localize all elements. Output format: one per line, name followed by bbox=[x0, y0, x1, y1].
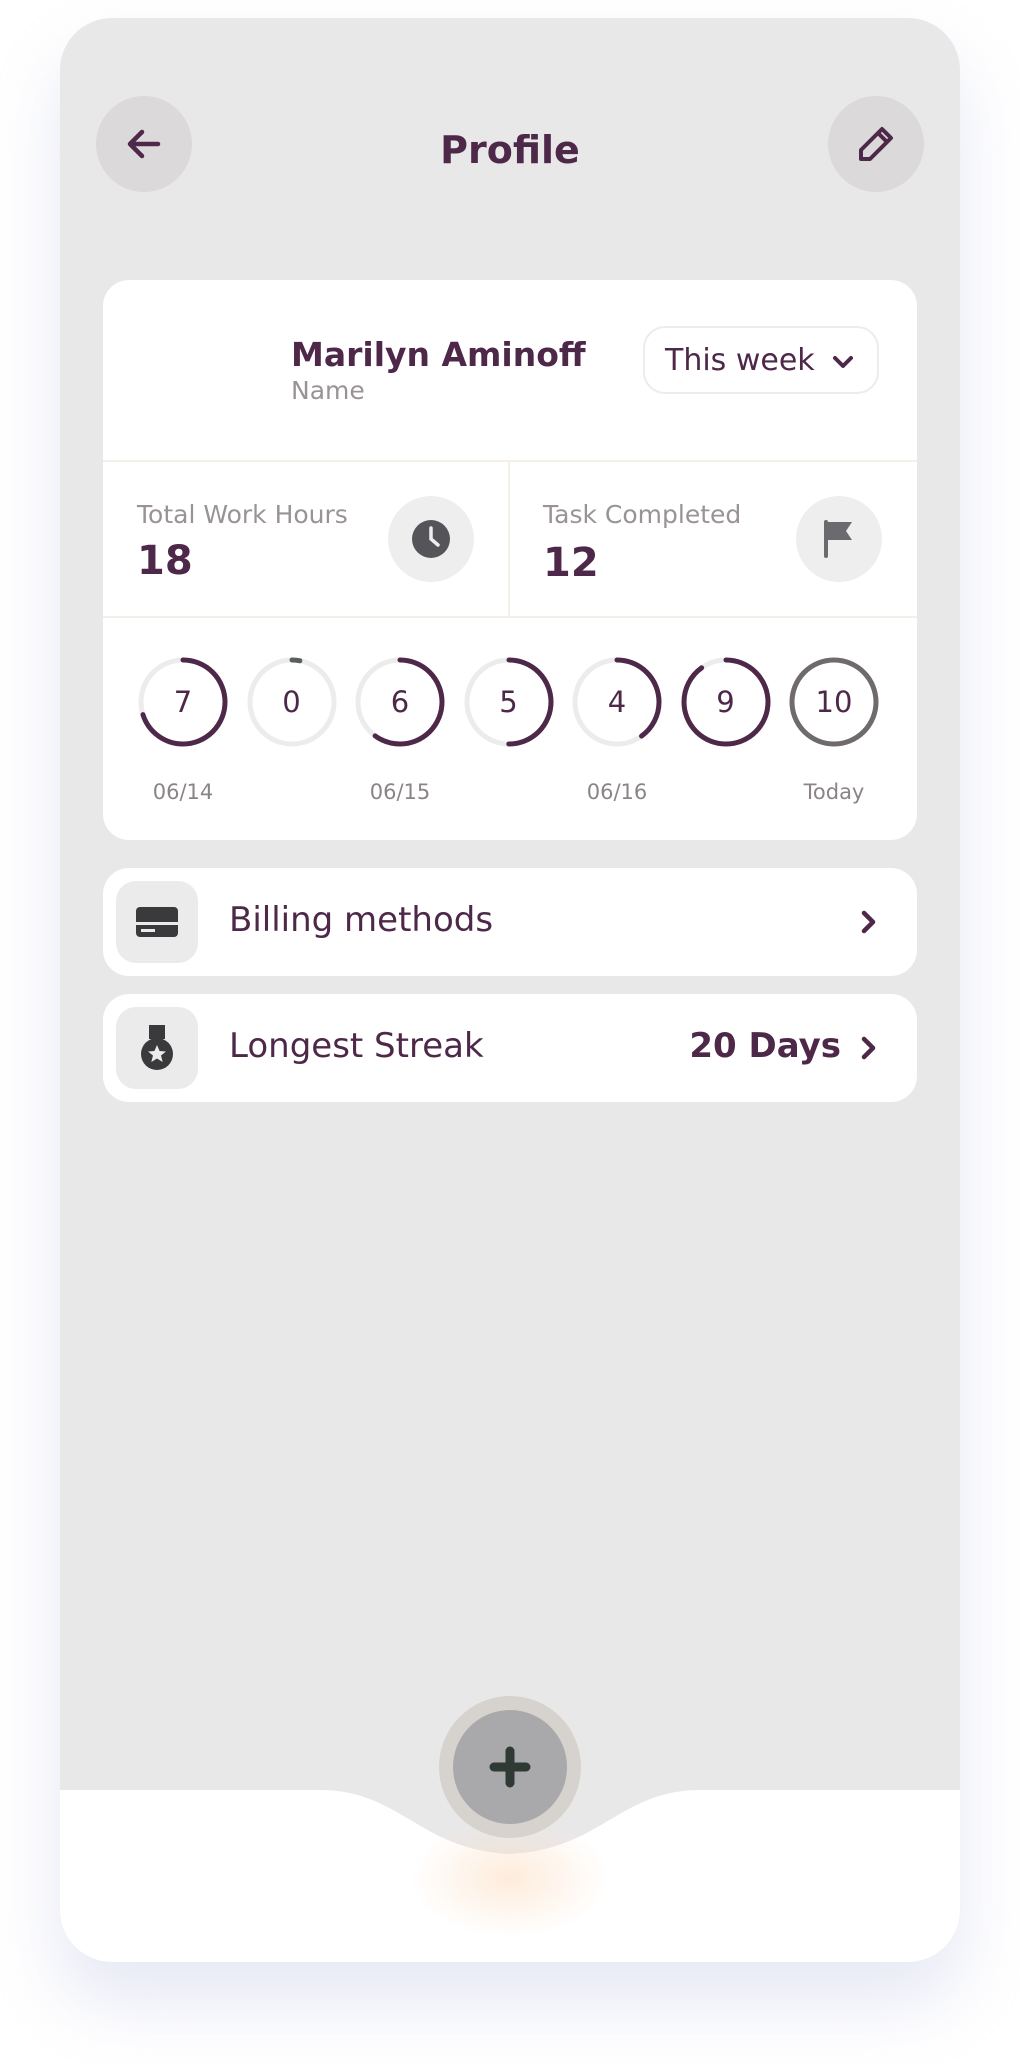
day-ring: 9 bbox=[680, 656, 772, 748]
longest-streak-label: Longest Streak bbox=[229, 1026, 484, 1066]
work-hours-value: 18 bbox=[137, 538, 193, 584]
longest-streak-row[interactable]: Longest Streak 20 Days bbox=[103, 994, 917, 1102]
billing-methods-label: Billing methods bbox=[229, 900, 494, 940]
day-label: Today bbox=[803, 780, 865, 804]
day-ring: 0 bbox=[246, 656, 338, 748]
work-hours-label: Total Work Hours bbox=[137, 500, 348, 529]
pencil-icon bbox=[859, 127, 893, 161]
divider bbox=[508, 462, 510, 616]
tasks-label: Task Completed bbox=[543, 500, 742, 529]
flag-icon bbox=[824, 520, 852, 558]
day-ring: 4 bbox=[571, 656, 663, 748]
profile-card: Marilyn Aminoff Name This week Total Wor… bbox=[103, 280, 917, 840]
profile-name-label: Name bbox=[291, 376, 365, 405]
tasks-value: 12 bbox=[543, 540, 599, 586]
add-button-inner bbox=[453, 1710, 567, 1824]
credit-card-icon bbox=[136, 907, 178, 937]
ring-value: 9 bbox=[716, 685, 735, 719]
profile-name: Marilyn Aminoff bbox=[291, 335, 586, 374]
longest-streak-value: 20 Days bbox=[689, 1026, 841, 1066]
ring-value: 4 bbox=[607, 685, 627, 719]
day-ring: 10 bbox=[788, 656, 880, 748]
ring-value: 6 bbox=[390, 685, 410, 719]
plus-icon bbox=[489, 1746, 531, 1788]
ring-value: 0 bbox=[282, 685, 301, 719]
day-label: 06/14 bbox=[152, 780, 214, 804]
day-ring: 7 bbox=[137, 656, 229, 748]
streak-icon-badge bbox=[116, 1007, 198, 1089]
chevron-right-icon bbox=[861, 1036, 876, 1060]
edit-button[interactable] bbox=[828, 96, 924, 192]
billing-icon-badge bbox=[116, 881, 198, 963]
day-label: 06/15 bbox=[369, 780, 431, 804]
ring-value: 7 bbox=[173, 685, 193, 719]
ring-value: 5 bbox=[499, 685, 518, 719]
app-screen: Profile Marilyn Aminoff Name This week T… bbox=[60, 18, 960, 1962]
chevron-right-icon bbox=[861, 910, 876, 934]
divider bbox=[103, 616, 917, 618]
chevron-down-icon bbox=[833, 356, 853, 368]
add-button[interactable] bbox=[439, 1696, 581, 1838]
tasks-badge bbox=[796, 496, 882, 582]
medal-icon bbox=[141, 1025, 173, 1070]
day-label: 06/16 bbox=[586, 780, 648, 804]
period-value: This week bbox=[665, 342, 815, 378]
day-ring: 6 bbox=[354, 656, 446, 748]
divider bbox=[103, 460, 917, 462]
clock-icon bbox=[412, 520, 450, 558]
day-ring: 5 bbox=[463, 656, 555, 748]
period-dropdown[interactable]: This week bbox=[643, 326, 879, 394]
work-hours-badge bbox=[388, 496, 474, 582]
billing-methods-row[interactable]: Billing methods bbox=[103, 868, 917, 976]
ring-value: 10 bbox=[815, 685, 853, 719]
page-title: Profile bbox=[440, 128, 580, 172]
